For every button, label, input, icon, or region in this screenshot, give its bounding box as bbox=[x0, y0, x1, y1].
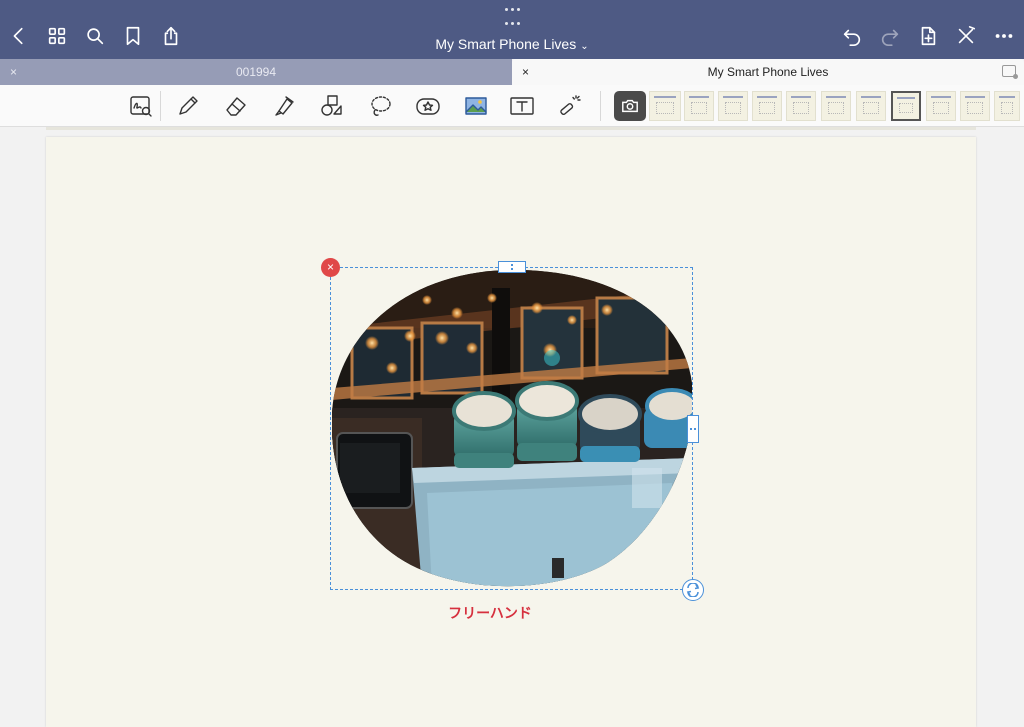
page-template-thumbnail[interactable] bbox=[786, 91, 816, 121]
resize-handle-top[interactable] bbox=[498, 261, 526, 273]
tab-001994[interactable]: × 001994 bbox=[0, 59, 512, 85]
page-template-thumbnail[interactable] bbox=[684, 91, 714, 121]
lasso-tool[interactable] bbox=[365, 92, 395, 120]
page-template-thumbnail[interactable] bbox=[821, 91, 851, 121]
tab-label: My Smart Phone Lives bbox=[707, 65, 829, 79]
eraser-icon bbox=[226, 97, 246, 116]
more-options-button[interactable] bbox=[991, 23, 1017, 49]
toolbar-divider bbox=[160, 91, 161, 121]
image-icon bbox=[465, 97, 487, 115]
redo-icon bbox=[881, 29, 899, 46]
delete-image-handle[interactable]: × bbox=[321, 258, 340, 277]
image-tool[interactable] bbox=[461, 92, 491, 120]
tool-bar bbox=[0, 85, 1024, 127]
page-template-thumbnail-selected[interactable] bbox=[891, 91, 921, 121]
more-icon bbox=[995, 34, 1013, 38]
add-page-icon bbox=[921, 26, 936, 46]
page-template-thumbnail[interactable] bbox=[926, 91, 956, 121]
tab-my-smart-phone-lives[interactable]: × My Smart Phone Lives bbox=[512, 59, 1024, 85]
document-title[interactable]: My Smart Phone Lives ⌄ bbox=[0, 36, 1024, 52]
lasso-icon bbox=[371, 96, 391, 116]
sticker-icon bbox=[416, 98, 440, 115]
page-template-thumbnail[interactable] bbox=[856, 91, 886, 121]
redo-button[interactable] bbox=[877, 23, 903, 49]
undo-button[interactable] bbox=[839, 23, 865, 49]
text-box-icon bbox=[510, 97, 534, 115]
title-chevron-down-icon: ⌄ bbox=[580, 41, 589, 52]
laser-pointer-icon bbox=[560, 95, 581, 116]
zoom-window-icon bbox=[130, 96, 152, 117]
page-template-thumbnail[interactable] bbox=[994, 91, 1020, 121]
image-caption: フリーハンド bbox=[448, 605, 532, 621]
page-template-thumbnail[interactable] bbox=[649, 91, 681, 121]
close-x-icon bbox=[958, 26, 976, 44]
camera-icon bbox=[622, 99, 638, 113]
shapes-icon bbox=[321, 95, 342, 116]
tab-label: 001994 bbox=[235, 65, 277, 79]
text-box-tool[interactable] bbox=[507, 92, 537, 120]
laser-pointer-tool[interactable] bbox=[555, 92, 585, 120]
top-navigation-bar: My Smart Phone Lives ⌄ bbox=[0, 0, 1024, 59]
previous-page-edge bbox=[46, 127, 976, 130]
highlighter-icon bbox=[275, 96, 294, 116]
multitasking-dots-icon[interactable] bbox=[503, 6, 521, 28]
sticker-tool[interactable] bbox=[413, 92, 443, 120]
highlighter-tool[interactable] bbox=[269, 92, 299, 120]
eraser-tool[interactable] bbox=[221, 92, 251, 120]
pen-tool[interactable] bbox=[173, 92, 203, 120]
shapes-tool[interactable] bbox=[317, 92, 347, 120]
document-tabs: × 001994 × My Smart Phone Lives bbox=[0, 59, 1024, 85]
pen-icon bbox=[179, 96, 198, 115]
resize-handle-right[interactable] bbox=[687, 415, 699, 443]
undo-icon bbox=[843, 29, 861, 46]
toolbar-divider bbox=[600, 91, 601, 121]
add-page-button[interactable] bbox=[915, 23, 941, 49]
page-template-thumbnail[interactable] bbox=[752, 91, 782, 121]
split-view-icon[interactable] bbox=[1002, 65, 1018, 79]
page-template-thumbnail[interactable] bbox=[960, 91, 990, 121]
page-template-thumbnail[interactable] bbox=[718, 91, 748, 121]
rotate-scale-handle[interactable] bbox=[682, 579, 704, 601]
close-edit-button[interactable] bbox=[953, 23, 979, 49]
camera-button[interactable] bbox=[614, 91, 646, 121]
zoom-window-button[interactable] bbox=[126, 92, 156, 120]
image-selection-box bbox=[330, 267, 693, 590]
rotate-icon bbox=[686, 583, 700, 597]
